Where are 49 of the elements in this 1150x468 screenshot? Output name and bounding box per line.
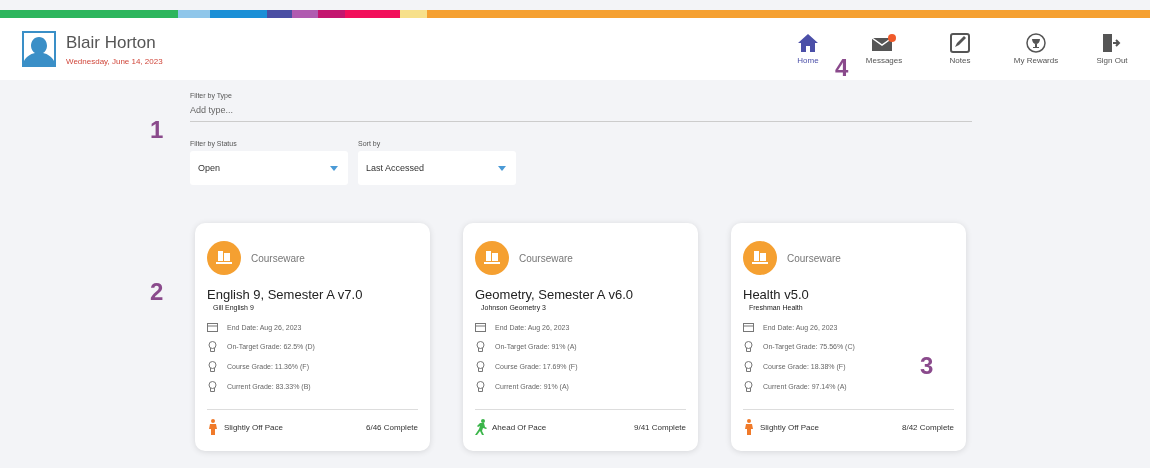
course-title: Health v5.0	[743, 287, 810, 302]
courseware-icon	[743, 241, 777, 275]
pace-status: Ahead Of Pace	[492, 422, 547, 432]
status-dropdown[interactable]: Open	[190, 151, 348, 185]
notepad-icon	[949, 33, 971, 53]
category-label: Courseware	[787, 252, 841, 264]
signout-nav-button[interactable]: Sign Out	[1074, 18, 1150, 80]
award-icon	[475, 381, 486, 392]
avatar-icon	[22, 31, 56, 67]
caret-icon	[498, 165, 506, 171]
home-icon	[797, 33, 819, 53]
category-label: Courseware	[251, 252, 305, 264]
award-icon	[475, 341, 486, 352]
pace-status: Slightly Off Pace	[224, 422, 283, 432]
door-exit-icon	[1101, 33, 1123, 53]
user-name: Blair Horton	[66, 32, 157, 53]
rewards-nav-button[interactable]: My Rewards	[998, 18, 1074, 80]
completion-count: 8/42 Complete	[901, 422, 954, 432]
trophy-icon	[1025, 33, 1047, 53]
runner-icon	[475, 419, 487, 435]
callout-number: 1	[150, 116, 164, 144]
award-icon	[743, 341, 754, 352]
award-icon	[207, 361, 218, 372]
award-icon	[475, 361, 486, 372]
callout-number: 2	[150, 278, 164, 306]
completion-count: 9/41 Complete	[633, 422, 686, 432]
award-icon	[207, 381, 218, 392]
sort-dropdown[interactable]: Last Accessed	[358, 151, 516, 185]
course-title: Geometry, Semester A v6.0	[475, 287, 634, 302]
caret-icon	[330, 165, 338, 171]
category-label: Courseware	[519, 252, 573, 264]
calendar-icon	[207, 323, 218, 332]
courseware-icon	[207, 241, 241, 275]
course-title: English 9, Semester A v7.0	[207, 287, 364, 302]
current-date: Wednesday, June 14, 2023	[66, 56, 163, 66]
calendar-icon	[743, 323, 754, 332]
courseware-icon	[475, 241, 509, 275]
type-input-field[interactable]: Add type...	[190, 99, 972, 122]
completion-count: 6/46 Complete	[365, 422, 418, 432]
person-icon	[207, 419, 219, 435]
pace-status: Slightly Off Pace	[760, 422, 819, 432]
callout-number: 3	[920, 352, 934, 380]
award-icon	[743, 381, 754, 392]
person-icon	[743, 419, 755, 435]
notes-nav-button[interactable]: Notes	[922, 18, 998, 80]
award-icon	[743, 361, 754, 372]
calendar-icon	[475, 323, 486, 332]
callout-number: 4	[835, 54, 849, 82]
award-icon	[207, 341, 218, 352]
